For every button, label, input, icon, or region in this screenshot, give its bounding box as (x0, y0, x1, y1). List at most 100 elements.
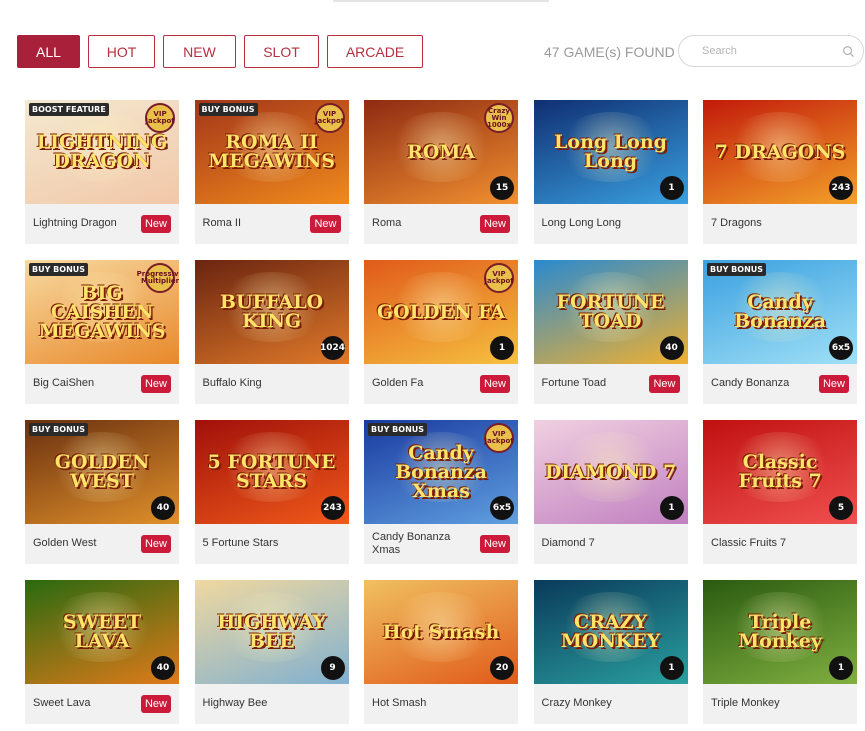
game-name[interactable]: Hot Smash (372, 697, 426, 710)
filter-hot-button[interactable]: HOT (88, 35, 155, 68)
game-thumbnail[interactable]: HIGHWAY BEE 9 (194, 580, 349, 684)
game-card[interactable]: ROMA Crazy Win 1000x 15 Roma New (364, 100, 518, 244)
filter-slot-button[interactable]: SLOT (244, 35, 319, 68)
game-thumbnail[interactable]: BUFFALO KING 1024 (194, 260, 349, 364)
game-card[interactable]: SWEET LAVA 40 Sweet Lava New (25, 580, 179, 724)
game-name[interactable]: Crazy Monkey (542, 697, 612, 710)
game-name[interactable]: Golden West (33, 537, 96, 550)
game-info-bar: Buffalo King (195, 364, 349, 404)
game-name[interactable]: Lightning Dragon (33, 217, 117, 230)
game-logo-text: DIAMOND 7 (544, 460, 677, 483)
game-logo-text: CRAZY MONKEY (560, 611, 661, 652)
game-info-bar: Golden West New (25, 524, 179, 564)
game-logo-text: SWEET LAVA (62, 611, 142, 652)
game-thumbnail[interactable]: BIG CAISHEN MEGAWINS BUY BONUS Progressive… (25, 260, 179, 364)
game-thumbnail[interactable]: ROMA II MEGAWINS BUY BONUS VIP Jackpot (194, 100, 349, 204)
game-thumbnail[interactable]: 5 FORTUNE STARS 243 (194, 420, 349, 524)
game-card[interactable]: DIAMOND 7 1 Diamond 7 (533, 420, 688, 564)
lines-count: 40 (156, 502, 170, 513)
feature-badge: BUY BONUS (29, 263, 89, 276)
game-thumbnail[interactable]: FORTUNE TOAD 40 (533, 260, 688, 364)
game-name[interactable]: Fortune Toad (542, 377, 607, 390)
game-card[interactable]: Candy Bonanza BUY BONUS 6x5 Candy Bonanza Ne… (703, 260, 857, 404)
game-thumbnail[interactable]: CRAZY MONKEY 1 (533, 580, 688, 684)
top-divider (333, 0, 549, 2)
game-card[interactable]: Long Long Long 1 Long Long Long (533, 100, 688, 244)
game-name[interactable]: Highway Bee (203, 697, 268, 710)
game-card[interactable]: GOLDEN WEST BUY BONUS 40 Golden West New (25, 420, 179, 564)
game-name[interactable]: Sweet Lava (33, 697, 90, 710)
game-card[interactable]: 5 FORTUNE STARS 243 5 Fortune Stars (194, 420, 349, 564)
game-card[interactable]: BUFFALO KING 1024 Buffalo King (194, 260, 349, 404)
game-logo-text: GOLDEN WEST (54, 451, 150, 492)
game-thumbnail[interactable]: Candy Bonanza Xmas BUY BONUS VIP Jackpot 6x… (364, 420, 518, 524)
game-card[interactable]: HIGHWAY BEE 9 Highway Bee (194, 580, 349, 724)
lines-badge: 15 (490, 176, 514, 200)
game-card[interactable]: Hot Smash 20 Hot Smash (364, 580, 518, 724)
game-name[interactable]: Buffalo King (203, 377, 262, 390)
game-thumbnail[interactable]: SWEET LAVA 40 (25, 580, 179, 684)
lines-count: 1024 (319, 342, 346, 353)
game-thumbnail[interactable]: Classic Fruits 7 5 (703, 420, 857, 524)
game-thumbnail[interactable]: Candy Bonanza BUY BONUS 6x5 (703, 260, 857, 364)
lines-badge: 243 (829, 176, 853, 200)
lines-badge: 1 (490, 336, 514, 360)
game-logo-text: Classic Fruits 7 (738, 451, 822, 492)
game-card[interactable]: FORTUNE TOAD 40 Fortune Toad New (533, 260, 688, 404)
game-card[interactable]: Classic Fruits 7 5 Classic Fruits 7 (703, 420, 857, 564)
game-name[interactable]: Classic Fruits 7 (711, 537, 786, 550)
game-logo-text: GOLDEN FA (376, 300, 506, 323)
game-thumbnail[interactable]: Hot Smash 20 (364, 580, 518, 684)
game-thumbnail[interactable]: GOLDEN WEST BUY BONUS 40 (25, 420, 179, 524)
game-name[interactable]: Roma (372, 217, 401, 230)
game-card[interactable]: LIGHTNING DRAGON BOOST FEATURE VIP Jackpot… (25, 100, 179, 244)
jackpot-badge: VIP Jackpot (484, 423, 514, 453)
game-thumbnail[interactable]: 7 DRAGONS 243 (703, 100, 857, 204)
lines-badge: 1024 (319, 336, 346, 360)
game-thumbnail[interactable]: Long Long Long 1 (533, 100, 688, 204)
game-name[interactable]: Candy Bonanza Xmas (372, 531, 472, 557)
jackpot-badge: VIP Jackpot (484, 263, 514, 293)
game-logo-text: BUFFALO KING (219, 291, 324, 332)
game-thumbnail[interactable]: ROMA Crazy Win 1000x 15 (364, 100, 518, 204)
game-card[interactable]: Candy Bonanza Xmas BUY BONUS VIP Jackpot 6x… (364, 420, 518, 564)
game-thumbnail[interactable]: Triple Monkey 1 (703, 580, 857, 684)
search-box[interactable] (678, 35, 864, 67)
new-badge: New (140, 375, 171, 393)
lines-count: 5 (837, 502, 845, 513)
game-thumbnail[interactable]: DIAMOND 7 1 (533, 420, 688, 524)
game-card[interactable]: 7 DRAGONS 243 7 Dragons (703, 100, 857, 244)
game-logo-text: FORTUNE TOAD (556, 291, 665, 332)
game-card[interactable]: CRAZY MONKEY 1 Crazy Monkey (533, 580, 688, 724)
game-card[interactable]: ROMA II MEGAWINS BUY BONUS VIP Jackpot Roma… (194, 100, 349, 244)
game-info-bar: Candy Bonanza New (703, 364, 857, 404)
jackpot-badge: VIP Jackpot (314, 103, 345, 133)
jackpot-badge: VIP Jackpot (145, 103, 175, 133)
lines-count: 6x5 (492, 502, 512, 513)
game-name[interactable]: Diamond 7 (542, 537, 595, 550)
game-thumbnail[interactable]: LIGHTNING DRAGON BOOST FEATURE VIP Jackpot (25, 100, 179, 204)
filter-all-button[interactable]: ALL (17, 35, 80, 68)
feature-badge: BUY BONUS (707, 263, 767, 276)
filter-new-button[interactable]: NEW (163, 35, 236, 68)
game-card[interactable]: BIG CAISHEN MEGAWINS BUY BONUS Progressive… (25, 260, 179, 404)
game-thumbnail[interactable]: GOLDEN FA VIP Jackpot 1 (364, 260, 518, 364)
game-info-bar: Diamond 7 (534, 524, 688, 564)
game-name[interactable]: 7 Dragons (711, 217, 762, 230)
game-name[interactable]: Roma II (203, 217, 242, 230)
game-card[interactable]: GOLDEN FA VIP Jackpot 1 Golden Fa New (364, 260, 518, 404)
game-info-bar: Roma New (364, 204, 518, 244)
search-input[interactable] (702, 45, 842, 57)
game-name[interactable]: Long Long Long (542, 217, 622, 230)
game-name[interactable]: Triple Monkey (711, 697, 780, 710)
game-name[interactable]: Big CaiShen (33, 377, 94, 390)
game-info-bar: Golden Fa New (364, 364, 518, 404)
lines-count: 1 (498, 342, 506, 353)
filter-arcade-button[interactable]: ARCADE (327, 35, 423, 68)
game-card[interactable]: Triple Monkey 1 Triple Monkey (703, 580, 857, 724)
game-name[interactable]: 5 Fortune Stars (203, 537, 279, 550)
game-name[interactable]: Golden Fa (372, 377, 423, 390)
search-icon[interactable] (842, 45, 855, 58)
game-name[interactable]: Candy Bonanza (711, 377, 789, 390)
game-info-bar: 5 Fortune Stars (195, 524, 349, 564)
